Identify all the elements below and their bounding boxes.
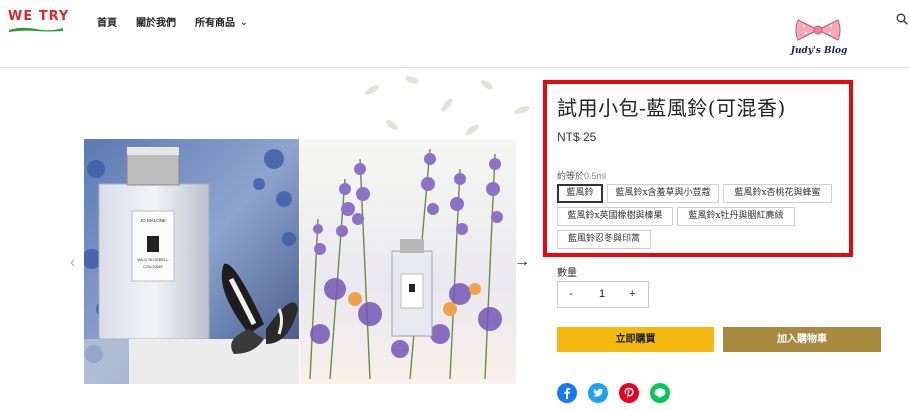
bottle-label-name: WILD BLUEBELL [137, 257, 169, 262]
facebook-icon[interactable] [557, 383, 577, 403]
quantity-value[interactable]: 1 [599, 288, 605, 300]
gallery-next-arrow[interactable]: → [514, 253, 530, 271]
product-image-bluebells[interactable] [300, 139, 516, 384]
pinterest-icon[interactable] [619, 383, 639, 403]
variant-option-selected[interactable]: 藍風鈴 [557, 184, 603, 203]
quantity-label: 數量 [557, 268, 577, 279]
variant-option[interactable]: 藍風鈴x英國橡樹與榛果 [557, 207, 673, 226]
nav-home[interactable]: 首頁 [97, 14, 117, 29]
quantity-increase-button[interactable]: + [629, 288, 635, 300]
product-image-bottle[interactable]: JO MALONE WILD BLUEBELL COLOGNE [84, 139, 299, 384]
nav-all-products[interactable]: 所有商品 ⌄ [195, 14, 248, 29]
variant-label-volume: 0.5ml [584, 171, 607, 181]
bottle-photo: JO MALONE WILD BLUEBELL COLOGNE [84, 139, 299, 384]
search-icon[interactable] [896, 13, 908, 25]
variant-label-text: 約等於 [557, 171, 585, 181]
variant-label: 約等於0.5ml [557, 169, 606, 182]
gallery-prev-arrow[interactable]: ‹ [70, 254, 75, 272]
logo-brush-stroke [9, 27, 63, 32]
variant-option[interactable]: 藍風鈴x杏桃花與蜂蜜 [723, 184, 832, 203]
add-to-cart-button[interactable]: 加入購物車 [723, 327, 881, 352]
quantity-stepper: - 1 + [557, 281, 649, 308]
product-gallery: ‹ JO MALONE WILD BLUEBELL COLOGNE → [70, 70, 540, 390]
variant-option[interactable]: 藍風鈴x牡丹與胭紅麂絨 [677, 207, 795, 226]
variant-option[interactable]: 藍風鈴忍冬與印蒿 [557, 230, 651, 249]
logo-text: WE TRY [8, 9, 70, 24]
blog-badge-text: Judy's Blog [790, 46, 848, 56]
site-header: WE TRY 首頁 關於我們 所有商品 ⌄ Judy's Blog [0, 0, 909, 68]
share-buttons [557, 383, 670, 403]
bluebells-photo [300, 139, 516, 384]
blog-watermark: Judy's Blog [786, 18, 852, 64]
product-title: 試用小包-藍風鈴(可混香) [557, 96, 786, 120]
chevron-down-icon: ⌄ [240, 17, 248, 27]
nav-all-products-label: 所有商品 [195, 18, 235, 29]
site-logo[interactable]: WE TRY [8, 9, 68, 35]
buy-now-button[interactable]: 立即購買 [557, 327, 714, 352]
bottle-label-type: COLOGNE [143, 264, 163, 269]
nav-about[interactable]: 關於我們 [136, 14, 176, 29]
bottle-label-brand: JO MALONE [140, 218, 166, 223]
main-nav: 首頁 關於我們 所有商品 ⌄ [97, 14, 248, 29]
leaf-pattern-background [364, 76, 530, 136]
variant-option[interactable]: 藍風鈴x含羞草與小荳蔻 [607, 184, 719, 203]
bow-icon [795, 19, 841, 41]
product-page: WE TRY 首頁 關於我們 所有商品 ⌄ Judy's Blog ‹ JO M… [0, 0, 909, 410]
line-icon[interactable] [650, 383, 670, 403]
twitter-icon[interactable] [588, 383, 608, 403]
product-price: NT$ 25 [557, 130, 597, 144]
quantity-decrease-button[interactable]: - [569, 288, 573, 300]
